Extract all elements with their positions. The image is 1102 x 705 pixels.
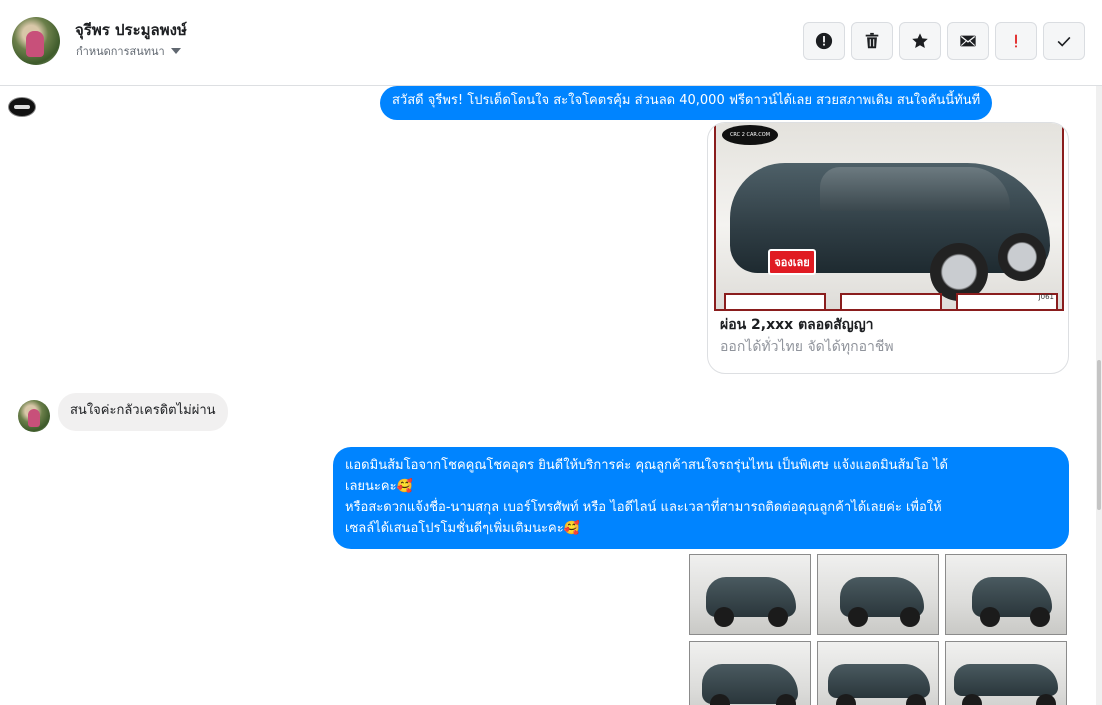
delete-button[interactable] bbox=[851, 22, 893, 60]
product-card[interactable]: จองเลย CRC 2 CAR.COM J061 ผ่อน 2,xxx ตลอ… bbox=[707, 122, 1069, 374]
trash-icon bbox=[865, 32, 879, 49]
photo-gallery bbox=[689, 554, 1069, 705]
contact-avatar[interactable] bbox=[12, 17, 60, 65]
car-photo[interactable] bbox=[817, 554, 939, 635]
incoming-message[interactable]: สนใจค่ะกลัวเครดิตไม่ผ่าน bbox=[58, 393, 228, 431]
caret-down-icon bbox=[170, 48, 181, 54]
alert-circle-icon bbox=[815, 32, 833, 50]
reply-line: แอดมินส้มโอจากโชคคูณโชคอุดร ยินดีให้บริก… bbox=[345, 458, 948, 473]
page-logo bbox=[8, 97, 36, 117]
car-photo[interactable] bbox=[689, 641, 811, 705]
outgoing-message-promo[interactable]: สวัสดี จุรีพร! โปรเด็ดโดนใจ สะใจโคตรคุ้ม… bbox=[380, 86, 993, 120]
car-image[interactable]: จองเลย CRC 2 CAR.COM J061 bbox=[714, 123, 1064, 311]
card-title: ผ่อน 2,xxx ตลอดสัญญา bbox=[720, 317, 874, 333]
label-dropdown[interactable]: กำหนดการสนทนา bbox=[76, 42, 181, 60]
contact-name[interactable]: จุรีพร ประมูลพงษ์ bbox=[75, 18, 187, 42]
action-toolbar bbox=[803, 22, 1085, 60]
card-subtitle: ออกได้ทั่วไทย จัดได้ทุกอาชีพ bbox=[720, 339, 894, 355]
mark-done-button[interactable] bbox=[1043, 22, 1085, 60]
wheel bbox=[998, 233, 1046, 281]
dealer-logo: CRC 2 CAR.COM bbox=[722, 125, 778, 145]
mark-spam-button[interactable] bbox=[803, 22, 845, 60]
car-photo[interactable] bbox=[945, 641, 1067, 705]
conversation-header: จุรีพร ประมูลพงษ์ กำหนดการสนทนา bbox=[0, 0, 1102, 86]
mark-unread-button[interactable] bbox=[947, 22, 989, 60]
reply-line: เลยนะคะ🥰 bbox=[345, 479, 413, 494]
book-now-badge: จองเลย bbox=[768, 249, 816, 275]
outgoing-message-reply[interactable]: แอดมินส้มโอจากโชคคูณโชคอุดร ยินดีให้บริก… bbox=[333, 447, 1069, 549]
sender-avatar bbox=[18, 400, 50, 432]
car-photo[interactable] bbox=[689, 554, 811, 635]
reply-line: เซลล์ได้เสนอโปรโมชั่นดีๆเพิ่มเติมนะคะ🥰 bbox=[345, 521, 580, 536]
car-window bbox=[820, 167, 1010, 211]
check-icon bbox=[1057, 36, 1071, 47]
exclamation-icon bbox=[1015, 34, 1017, 48]
label-text: กำหนดการสนทนา bbox=[76, 45, 165, 58]
star-button[interactable] bbox=[899, 22, 941, 60]
car-photo[interactable] bbox=[817, 641, 939, 705]
scrollbar-thumb[interactable] bbox=[1097, 360, 1101, 510]
follow-up-button[interactable] bbox=[995, 22, 1037, 60]
listing-code: J061 bbox=[1038, 293, 1054, 301]
thumbnail-strip bbox=[724, 293, 1058, 309]
car-photo[interactable] bbox=[945, 554, 1067, 635]
mail-icon bbox=[960, 35, 976, 47]
star-icon bbox=[912, 33, 928, 49]
reply-line: หรือสะดวกแจ้งชื่อ-นามสกุล เบอร์โทรศัพท์ … bbox=[345, 500, 942, 515]
message-thread[interactable]: สวัสดี จุรีพร! โปรเด็ดโดนใจ สะใจโคตรคุ้ม… bbox=[0, 86, 1102, 705]
